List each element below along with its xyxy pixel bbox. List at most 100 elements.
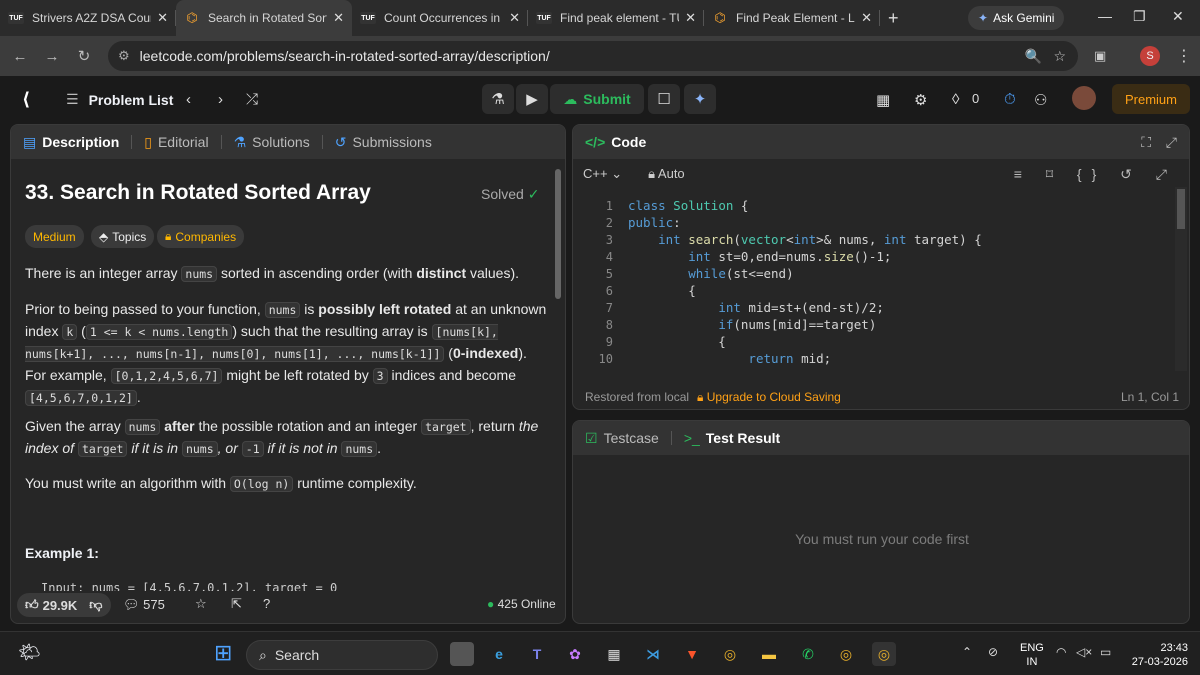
teams-icon[interactable]: T [525,642,549,666]
close-tab-icon[interactable]: ✕ [861,10,872,26]
tab-description[interactable]: Description [42,134,119,150]
copilot-icon[interactable]: ✿ [563,642,587,666]
file-explorer-icon[interactable]: ▬ [757,642,781,666]
debug-icon[interactable]: ⚗ [482,84,514,114]
prev-problem-icon[interactable]: ‹ [186,91,191,108]
tab-solutions[interactable]: Solutions [252,134,310,150]
chrome-active-icon[interactable]: ◎ [872,642,896,666]
star-icon[interactable]: ☆ [195,596,207,612]
comments-button[interactable]: 💬︎ 575 [123,597,165,613]
leetcode-logo-icon[interactable]: ⟨ [22,89,42,111]
tab-test-result[interactable]: Test Result [706,430,780,446]
profile-avatar[interactable]: S [1140,46,1160,66]
run-button[interactable]: ▶ [516,84,548,114]
language-select[interactable]: C++ ⌄ [583,166,622,182]
browser-tab[interactable]: TUFFind peak element - TUF✕ [528,0,704,36]
maximize-icon[interactable]: ⤢ [1166,134,1177,151]
brave-icon[interactable]: ▼ [680,642,704,666]
timer-icon[interactable]: ⏱ [1004,91,1016,108]
task-view-icon[interactable] [450,642,474,666]
share-icon[interactable]: ⇱ [231,596,242,612]
tag-icon: ⬘ [99,229,109,244]
upgrade-cloud-link[interactable]: 🔒︎ Upgrade to Cloud Saving [697,390,841,405]
close-window-icon[interactable]: ✕ [1172,8,1184,25]
description-paragraph-3: Given the array nums after the possible … [25,418,539,457]
system-clock[interactable]: 23:43 27-03-2026 [1118,641,1188,669]
ask-gemini-button[interactable]: ✦ Ask Gemini [968,6,1065,30]
close-tab-icon[interactable]: ✕ [509,10,520,26]
browser-tab[interactable]: TUFStrivers A2Z DSA Course✕ [0,0,176,36]
forward-icon[interactable]: → [36,48,68,65]
browser-tab[interactable]: ⌬Find Peak Element - Leet✕ [704,0,880,36]
battery-icon[interactable]: ▭ [1100,645,1111,659]
code-editor[interactable]: 1 2 3 4 5 6 7 8 9 10 class Solution { pu… [573,193,1173,371]
minimize-icon[interactable]: — [1098,8,1112,24]
auto-mode[interactable]: 🔒︎ Auto [648,166,685,182]
companies-chip[interactable]: 🔒︎ Companies [157,225,245,248]
layout-icon[interactable]: ▦ [876,91,890,109]
volume-muted-icon[interactable]: ◁× [1076,645,1092,659]
description-panel: ▤ Description ▯ Editorial ⚗ Solutions ↺ … [10,124,566,624]
notes-icon[interactable]: ☐ [648,84,680,114]
help-icon[interactable]: ? [263,596,270,611]
store-icon[interactable]: ▦ [602,642,626,666]
next-problem-icon[interactable]: › [218,91,223,108]
solved-badge: Solved ✓ [481,186,540,202]
like-button[interactable]: 👍︎ 29.9K 👎︎ [17,593,111,617]
site-info-icon[interactable]: ⚙ [118,48,130,64]
description-scrollbar[interactable] [555,161,561,581]
premium-button[interactable]: Premium [1112,84,1190,114]
browser-tab[interactable]: TUF Count Occurrences in a ✕ [352,0,528,36]
new-tab-button[interactable]: + [888,8,899,29]
weather-icon[interactable]: 🌤︎ [18,642,41,663]
tab-testcase[interactable]: Testcase [604,430,659,446]
tab-submissions[interactable]: Submissions [352,134,431,150]
back-icon[interactable]: ← [4,48,36,65]
topics-chip[interactable]: ⬘ Topics [91,225,155,248]
reload-icon[interactable]: ↻ [68,47,100,65]
windows-start-icon[interactable]: ⊞ [214,640,232,666]
problem-title[interactable]: 33. Search in Rotated Sorted Array [25,181,371,205]
code-line: if(nums[mid]==target) [718,317,877,332]
whatsapp-icon[interactable]: ✆ [796,642,820,666]
fullscreen-icon[interactable]: ⛶ [1141,134,1151,151]
chrome-icon[interactable]: ◎ [718,642,742,666]
sparkle-icon: ✦ [978,11,989,25]
list-icon: ☰ [66,91,79,107]
editor-toolbar: C++ ⌄ 🔒︎ Auto ≡ ⌑ {} ↺ ⤢ [573,159,1189,189]
reading-mode-icon[interactable]: ▣ [1094,48,1106,64]
chrome-profile-icon[interactable]: ◎ [834,642,858,666]
input-language[interactable]: ENG IN [1020,641,1044,669]
taskbar-search[interactable]: ⌕ Search [246,640,438,670]
problem-list-link[interactable]: ☰ Problem List [66,91,173,108]
submit-button[interactable]: ☁ Submit [550,84,644,114]
description-paragraph-4: You must write an algorithm with O(log n… [25,475,417,492]
example-heading: Example 1: [25,545,99,561]
shuffle-icon[interactable]: ⤮ [246,91,258,108]
close-tab-icon[interactable]: ✕ [685,10,696,26]
close-tab-icon[interactable]: ✕ [157,10,168,26]
tab-editorial[interactable]: Editorial [158,134,209,150]
zoom-icon[interactable]: 🔍 [1025,48,1042,65]
close-tab-icon[interactable]: ✕ [333,10,344,26]
url-bar[interactable]: ⚙ leetcode.com/problems/search-in-rotate… [108,41,1078,71]
tray-chevron-icon[interactable]: ⌃ [962,645,972,659]
restore-icon[interactable]: ❐ [1133,8,1146,25]
wifi-icon[interactable]: ◠ [1056,645,1066,659]
settings-gear-icon[interactable]: ⚙ [914,91,927,109]
menu-kebab-icon[interactable]: ⋮ [1176,46,1192,66]
editor-scrollbar[interactable] [1175,187,1187,371]
edge-icon[interactable]: e [487,642,511,666]
code-line: int search(vector<int>& nums, int target… [658,232,982,247]
user-avatar[interactable] [1072,86,1096,110]
streak-icon[interactable]: ◊ [952,91,959,108]
bookmark-star-icon[interactable]: ☆ [1053,48,1066,65]
editorial-icon: ▯ [144,133,152,150]
tray-app-icon[interactable]: ⊘ [988,645,998,659]
ai-sparkle-icon[interactable]: ✦ [684,84,716,114]
add-user-icon[interactable]: ⚇ [1034,91,1047,109]
vscode-icon[interactable]: ⋊ [641,642,665,666]
editor-tool-icons[interactable]: ≡ ⌑ {} ↺ ⤢ [1014,166,1177,183]
thumbs-down-icon[interactable]: 👎︎ [89,597,102,613]
browser-tab-active[interactable]: ⌬Search in Rotated Sorted✕ [176,0,352,36]
